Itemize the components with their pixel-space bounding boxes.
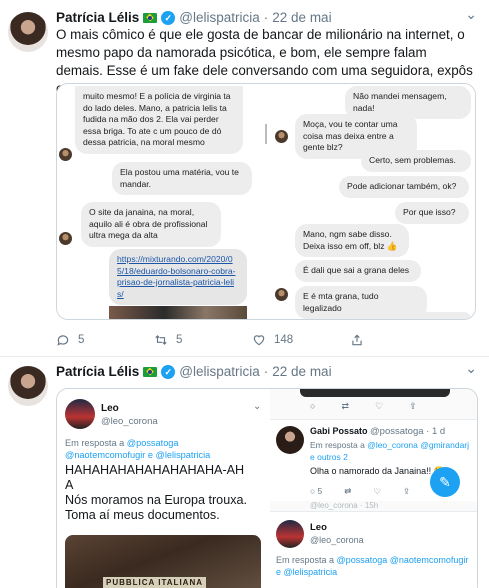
reply-to: Em resposta a @leo_corona @gmirandarj e … [310, 439, 474, 463]
chat-bubble: muito mesmo! E a polícia de virginia ta … [75, 86, 243, 154]
quoted-name: Leo [101, 403, 119, 414]
chat-screenshot-right: Não mandei mensagem, nada! Moça, vou te … [265, 84, 475, 319]
quoted-text-1: HAHAHAHAHAHAHAHAHA-AHA [65, 463, 245, 492]
second-tweet: Leo @leo_corona Em resposta a @possatoga… [270, 511, 477, 588]
chat-link: https://mixturando.com/2020/05/18/eduard… [109, 249, 247, 305]
reply-action[interactable]: 5 [56, 333, 154, 347]
author-handle[interactable]: @lelispatricia [179, 364, 259, 379]
quoted-handle: @leo_corona [101, 416, 158, 427]
retweet-count: 5 [176, 334, 183, 346]
chat-bubble: O site da janaina, na moral, aquilo ali … [81, 202, 221, 247]
reply-stats: ○ 5 ⇄ ♡ ⇪ [310, 486, 410, 497]
separator-dot: · [263, 10, 269, 25]
retweet-icon: ⇄ [341, 401, 349, 411]
reply-author-name: Gabi Possato [310, 426, 368, 436]
retweet-icon: ⇄ [344, 486, 352, 496]
reply-count: 5 [78, 334, 85, 346]
author-name[interactable]: Patrícia Lélis [56, 10, 139, 25]
tweet-divider [0, 356, 489, 357]
screenshot-right: ○ ⇄ ♡ ⇪ Gabi Possato @possatoga · 1 d Em… [270, 389, 477, 588]
quoted-reply-to: Em resposta a @possatoga @naotemcomofugi… [65, 437, 261, 461]
tweet-1[interactable]: Patrícia Lélis ✓ @lelispatricia · 22 de … [0, 6, 489, 353]
tweet-2[interactable]: Patrícia Lélis ✓ @lelispatricia · 22 de … [0, 360, 489, 588]
reply-prefix: Em resposta a [276, 555, 335, 565]
like-action[interactable]: 148 [252, 333, 350, 347]
second-handle: @leo_corona [310, 535, 364, 545]
chat-bubble-partial [325, 312, 471, 319]
like-count: 148 [274, 334, 294, 346]
top-image-partial [300, 389, 450, 397]
heart-icon: ♡ [373, 486, 381, 496]
chat-screenshot-left: muito mesmo! E a polícia de virginia ta … [57, 84, 262, 319]
share-icon [352, 334, 362, 346]
second-avatar [276, 520, 304, 548]
quoted-text-2: Nós moramos na Europa trouxa. Toma aí me… [65, 493, 247, 522]
tweet-date[interactable]: 22 de mai [272, 364, 331, 379]
brazil-flag-icon [143, 12, 158, 23]
author-avatar[interactable] [8, 12, 48, 52]
top-stats: ○ ⇄ ♡ ⇪ [310, 401, 417, 412]
brazil-flag-icon [143, 366, 158, 377]
chat-avatar [59, 232, 72, 245]
chat-avatar [275, 288, 288, 301]
separator-dot: · [263, 364, 269, 379]
tweet-actions: 5 5 148 [56, 333, 448, 347]
tweet-media[interactable]: Leo @leo_corona ⌄ Em resposta a @possato… [56, 388, 478, 588]
author-avatar[interactable] [8, 366, 48, 406]
faded-row: @leo_corona · 15h [310, 501, 379, 510]
chat-bubble: Mano, ngm sabe disso. Deixa isso em off,… [295, 224, 409, 257]
chat-avatar [275, 130, 288, 143]
quoted-avatar [65, 399, 95, 429]
share-icon: ⇪ [409, 401, 417, 411]
chat-bubble: Por que isso? [395, 202, 469, 224]
document-label: PUBBLICA ITALIANA [103, 577, 206, 588]
reply-avatar [276, 426, 304, 454]
share-icon: ⇪ [402, 486, 411, 496]
chat-bubble: Certo, sem problemas. [361, 150, 471, 172]
verified-badge-icon: ✓ [161, 10, 176, 25]
author-name[interactable]: Patrícia Lélis [56, 364, 139, 379]
reply-icon: ○ [310, 401, 316, 411]
compose-fab[interactable]: ✎ [430, 467, 460, 497]
reply-stat-replies: ○ 5 [310, 486, 323, 496]
author-handle[interactable]: @lelispatricia [179, 10, 259, 25]
chevron-down-icon: ⌄ [253, 401, 262, 412]
retweet-action[interactable]: 5 [154, 333, 252, 347]
second-reply-to: Em resposta a @possatoga @naotemcomofugi… [276, 554, 474, 578]
chat-scrollbar [265, 124, 267, 144]
second-name: Leo [310, 522, 327, 533]
reply-author: Gabi Possato @possatoga · 1 d [310, 426, 445, 437]
reply-text: Olha o namorado da Janaina!! 😂 [310, 466, 445, 476]
heart-icon [253, 335, 265, 346]
reply-prefix: Em resposta a [65, 438, 125, 448]
retweet-icon [155, 335, 167, 345]
tweet-header: Patrícia Lélis ✓ @lelispatricia · 22 de … [56, 364, 332, 379]
chat-bubble: Pode adicionar também, ok? [339, 176, 469, 198]
screenshot-left: Leo @leo_corona ⌄ Em resposta a @possato… [57, 389, 267, 588]
link-preview-image [109, 306, 247, 319]
heart-icon: ♡ [374, 401, 384, 411]
reply-prefix: Em resposta a [310, 440, 365, 450]
tweet-date[interactable]: 22 de mai [272, 10, 331, 25]
tweet-header: Patrícia Lélis ✓ @lelispatricia · 22 de … [56, 10, 332, 25]
chevron-down-icon[interactable]: ⌄ [465, 360, 477, 377]
chat-avatar [59, 148, 72, 161]
tweet-media[interactable]: muito mesmo! E a polícia de virginia ta … [56, 83, 476, 320]
chat-bubble: É dali que sai a grana deles [295, 260, 421, 282]
chevron-down-icon[interactable]: ⌄ [465, 6, 477, 23]
verified-badge-icon: ✓ [161, 364, 176, 379]
reply-icon [57, 335, 69, 346]
chat-bubble: Ela postou uma matéria, vou te mandar. [112, 162, 252, 195]
share-action[interactable] [350, 333, 448, 347]
reply-author-handle: @possatoga · 1 d [370, 426, 446, 437]
